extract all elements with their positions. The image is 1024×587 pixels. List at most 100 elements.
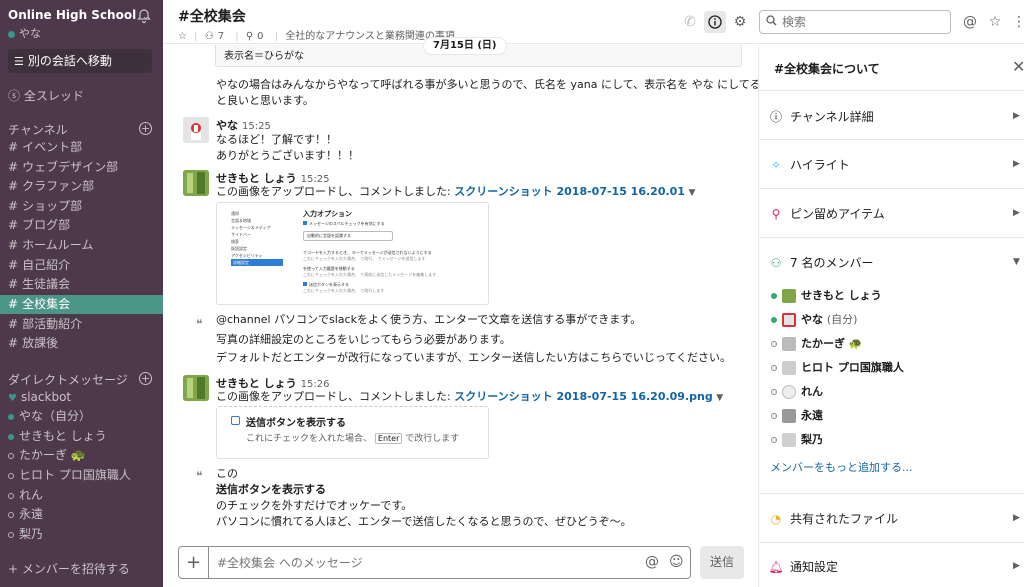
phone-icon[interactable]: ✆ (679, 11, 701, 33)
message-text: なるほど！了解です！！ (216, 133, 337, 146)
channel-label: ホームルーム (22, 238, 94, 252)
avatar (782, 313, 796, 327)
info-icon[interactable] (704, 11, 726, 33)
add-channel-icon[interactable]: + (139, 122, 152, 135)
send-button[interactable]: 送信 (700, 546, 744, 579)
image-attachment[interactable]: 通知 言語＆地域 メッセージ＆メディア サイドバー 検索 既読設定 アクセシビリ… (216, 202, 489, 305)
dm-item[interactable]: たかーぎ 🐢 (0, 446, 163, 465)
message-time[interactable]: 15:25 (242, 121, 271, 132)
dm-item[interactable]: ヒロト プロ国旗職人 (0, 466, 163, 485)
section-shared-files[interactable]: ◔ 共有されたファイル ▶ (759, 493, 1024, 542)
avatar (782, 409, 796, 423)
file-icon: ◔ (770, 512, 782, 526)
avatar[interactable] (183, 170, 209, 196)
offline-status-icon (771, 389, 777, 395)
current-user[interactable]: やな (8, 25, 41, 41)
file-link[interactable]: スクリーンショット 2018-07-15 16.20.09.png (454, 390, 713, 403)
member-row[interactable]: 梨乃 (771, 431, 823, 449)
invite-members-link[interactable]: + メンバーを招待する (8, 560, 130, 577)
sidebar: Online High School ⌄ やな ☰ 別の会話へ移動 ⓢ 全スレッド… (0, 0, 163, 587)
all-threads-link[interactable]: ⓢ 全スレッド (8, 87, 84, 104)
section-channel-details[interactable]: ⓘ チャンネル詳細 ▶ (759, 90, 1024, 139)
channel-item[interactable]: # ショップ部 (0, 197, 163, 216)
shot-option-sub: これにチェックを入れた場合、 で改行します (303, 288, 385, 293)
close-icon[interactable]: ✕ (1012, 57, 1024, 76)
message-text: やなの場合はみんなからやなって呼ばれる事が多いと思うので、氏名を yana にし… (216, 78, 758, 91)
section-row: 🔔︎ 通知設定 (768, 558, 838, 574)
channel-item-active[interactable]: # 全校集会 (0, 295, 163, 314)
section-notifications[interactable]: 🔔︎ 通知設定 ▶ (759, 542, 1024, 587)
gear-icon[interactable]: ⚙ (729, 11, 751, 33)
section-pinned[interactable]: ⚲ ピン留めアイテム ▶ (759, 188, 1024, 237)
member-row[interactable]: 永遠 (771, 407, 823, 425)
channel-item[interactable]: # クラファン部 (0, 177, 163, 196)
channel-item[interactable]: # 自己紹介 (0, 256, 163, 275)
channel-item[interactable]: # 放課後 (0, 334, 163, 353)
menu-item: サイドバー (231, 232, 251, 237)
channel-item[interactable]: # 部活動紹介 (0, 315, 163, 334)
add-dm-icon[interactable]: + (139, 372, 152, 385)
dm-item[interactable]: れん (0, 486, 163, 505)
add-members-link[interactable]: メンバーをもっと追加する... (770, 459, 913, 475)
dm-item[interactable]: せきもと しょう (0, 427, 163, 446)
offline-status-icon (771, 365, 777, 371)
date-divider[interactable]: 7月15日 (日) (423, 37, 507, 55)
message-input[interactable] (217, 555, 637, 571)
caret-down-icon[interactable]: ▼ (716, 393, 723, 403)
star-icon[interactable]: ☆ (178, 31, 187, 42)
dm-section-title[interactable]: ダイレクトメッセージ (8, 371, 128, 388)
channel-item[interactable]: # 生徒議会 (0, 275, 163, 294)
pin-count[interactable]: ⚲ 0 (246, 31, 268, 42)
dm-item[interactable]: 梨乃 (0, 525, 163, 544)
dm-item[interactable]: やな（自分） (0, 407, 163, 426)
shot-option-label: 送信ボタンを表示する (309, 282, 349, 287)
shot-option: でコードを入力するとき、 キーでメッセージが送信されないようにする これにチェック… (303, 250, 432, 262)
member-row[interactable]: やな (自分) (771, 311, 857, 329)
search-input[interactable] (782, 14, 942, 30)
star-items-icon[interactable]: ☆ (984, 11, 1006, 33)
menu-item: 通知 (231, 211, 239, 216)
member-row[interactable]: たかーぎ 🐢 (771, 335, 863, 353)
settings-menu: 通知 言語＆地域 メッセージ＆メディア サイドバー 検索 既読設定 アクセシビリ… (231, 210, 283, 266)
member-row[interactable]: れん (771, 383, 823, 401)
quote-icon: ❝ (196, 317, 203, 331)
attach-plus-button[interactable]: + (179, 547, 209, 578)
channel-item[interactable]: # ブログ部 (0, 216, 163, 235)
message-text: パソコンに慣れてる人ほど、エンターで送信したくなると思うので、ぜひどうぞ〜。 (216, 515, 632, 528)
workspace-switcher[interactable]: Online High School ⌄ (8, 8, 156, 24)
members-header[interactable]: ⚇ 7 名のメンバー (768, 254, 874, 270)
more-icon[interactable]: ⋮ (1008, 11, 1024, 33)
mentions-icon[interactable]: @ (959, 11, 981, 33)
heart-icon: ♥ (8, 393, 17, 404)
member-row[interactable]: ヒロト プロ国旗職人 (771, 359, 904, 377)
jump-to-button[interactable]: ☰ 別の会話へ移動 (8, 49, 152, 73)
bell-icon[interactable] (136, 8, 152, 24)
shot-title: 入力オプション (303, 210, 352, 218)
search-box[interactable] (759, 10, 951, 34)
dm-item[interactable]: ♥ slackbot (0, 388, 163, 407)
chevron-down-icon[interactable]: ▼ (1013, 257, 1020, 267)
channel-title[interactable]: #全校集会 (178, 6, 246, 26)
emoji-icon[interactable]: ☺ (669, 554, 684, 570)
image-attachment[interactable]: 送信ボタンを表示する これにチェックを入れた場合、 Enter で改行します (216, 406, 489, 459)
channel-label: 部活動紹介 (22, 317, 83, 331)
member-row[interactable]: せきもと しょう (771, 287, 882, 305)
channel-item[interactable]: # イベント部 (0, 138, 163, 157)
file-link[interactable]: スクリーンショット 2018-07-15 16.20.01 (454, 185, 685, 198)
avatar[interactable] (183, 375, 209, 401)
channel-label: ウェブデザイン部 (22, 160, 119, 174)
channel-label: ショップ部 (22, 199, 83, 213)
member-count[interactable]: ⚇ 7 (205, 31, 228, 42)
message-author[interactable]: やな 15:25 (216, 117, 271, 133)
channel-item[interactable]: # ウェブデザイン部 (0, 158, 163, 177)
dm-item[interactable]: 永遠 (0, 505, 163, 524)
section-highlights[interactable]: ✧ ハイライト ▶ (759, 139, 1024, 188)
channels-section-title[interactable]: チャンネル (8, 121, 68, 138)
mention-icon[interactable]: @ (645, 554, 659, 570)
caret-down-icon[interactable]: ▼ (688, 188, 695, 198)
channel-item[interactable]: # ホームルーム (0, 236, 163, 255)
avatar[interactable] (183, 117, 209, 143)
message-text-bold: 送信ボタンを表示する (216, 483, 326, 496)
menu-item-selected: 詳細設定 (231, 259, 283, 266)
channel-meta: ☆ | ⚇ 7 | ⚲ 0 | 全社的なアナウンスと業務関連の事項 (178, 31, 455, 42)
